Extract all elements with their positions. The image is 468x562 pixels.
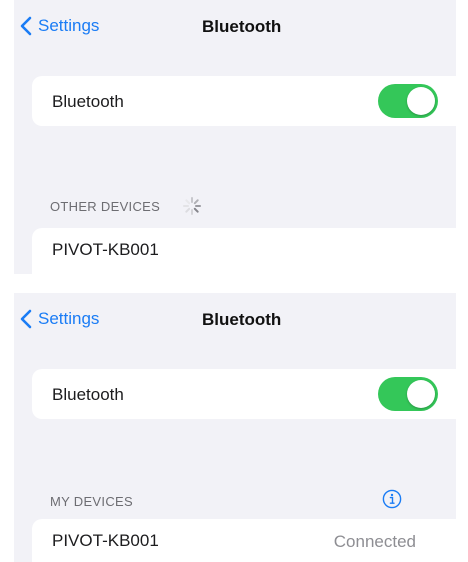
back-label: Settings (38, 309, 100, 328)
other-devices-header: OTHER DEVICES (50, 199, 161, 214)
device-name: PIVOT-KB001 (52, 240, 159, 259)
navigation-bar: Settings Bluetooth (14, 293, 456, 349)
loading-spinner-icon (183, 197, 201, 215)
page-title: Bluetooth (202, 310, 282, 329)
back-label: Settings (38, 16, 100, 35)
toggle-knob (407, 380, 435, 408)
chevron-left-icon (20, 309, 32, 329)
device-row[interactable]: PIVOT-KB001 Connected (32, 519, 456, 562)
bluetooth-screen-connected: Settings Bluetooth Bluetooth MY DEVICES … (14, 293, 456, 562)
toggle-knob (407, 87, 435, 115)
device-name: PIVOT-KB001 (52, 531, 159, 550)
device-status: Connected (333, 532, 416, 551)
back-button[interactable]: Settings (20, 16, 99, 36)
bluetooth-toggle[interactable] (378, 84, 438, 118)
info-icon[interactable] (382, 489, 402, 509)
device-row[interactable]: PIVOT-KB001 (32, 228, 456, 274)
page-title: Bluetooth (202, 17, 282, 36)
chevron-left-icon (20, 16, 32, 36)
back-button[interactable]: Settings (20, 309, 99, 329)
bluetooth-label: Bluetooth (52, 385, 124, 404)
bluetooth-screen-scanning: Settings Bluetooth Bluetooth OTHER DEVIC… (14, 0, 456, 274)
bluetooth-toggle[interactable] (378, 377, 438, 411)
bluetooth-row: Bluetooth (32, 369, 456, 419)
navigation-bar: Settings Bluetooth (14, 0, 456, 56)
my-devices-header: MY DEVICES (50, 494, 133, 509)
bluetooth-label: Bluetooth (52, 92, 124, 111)
bluetooth-row: Bluetooth (32, 76, 456, 126)
